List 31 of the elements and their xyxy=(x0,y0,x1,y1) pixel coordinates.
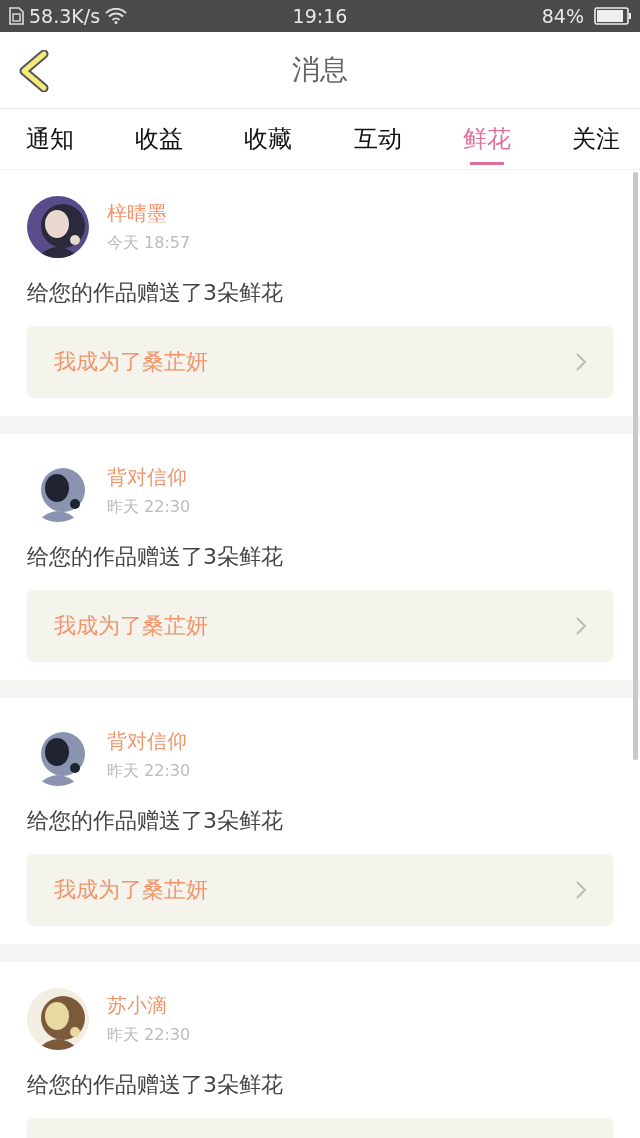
wifi-icon xyxy=(105,8,128,24)
tab[interactable]: 收藏 xyxy=(234,109,303,169)
chevron-icon xyxy=(575,616,587,636)
message-time: 昨天 22:30 xyxy=(107,1025,191,1046)
message-text: 给您的作品赠送了3朵鲜花 xyxy=(27,543,284,571)
clock: 19:16 xyxy=(291,5,349,27)
tab[interactable]: 关注 xyxy=(561,109,630,169)
work-link[interactable]: 我成为了桑芷妍 xyxy=(27,590,613,662)
user-name[interactable]: 背对信仰 xyxy=(107,464,191,491)
message-time: 昨天 22:30 xyxy=(107,497,191,518)
battery-level: 84% xyxy=(541,5,584,27)
tab[interactable]: 鲜花 xyxy=(452,109,521,169)
user-name[interactable]: 背对信仰 xyxy=(107,728,191,755)
tab[interactable]: 通知 xyxy=(16,109,84,169)
battery-icon xyxy=(594,7,632,25)
message-text: 给您的作品赠送了3朵鲜花 xyxy=(27,807,284,835)
network-speed: 58.3K/s xyxy=(29,5,101,27)
work-link[interactable]: 我成为了桑芷妍 xyxy=(27,854,613,926)
page-title: 消息 xyxy=(292,52,348,88)
work-link[interactable]: 我成为了桑芷妍 xyxy=(27,326,613,398)
chevron-icon xyxy=(575,880,587,900)
user-name[interactable]: 苏小滴 xyxy=(107,992,191,1019)
tab[interactable]: 互动 xyxy=(343,109,412,169)
message-text: 给您的作品赠送了3朵鲜花 xyxy=(27,279,284,307)
chevron-icon xyxy=(575,352,587,372)
message-time: 昨天 22:30 xyxy=(107,761,191,782)
message-time: 今天 18:57 xyxy=(107,233,191,254)
message-text: 给您的作品赠送了3朵鲜花 xyxy=(27,1071,284,1099)
tab[interactable]: 收益 xyxy=(125,109,194,169)
sim-icon xyxy=(8,7,24,25)
user-name[interactable]: 梓晴墨 xyxy=(107,200,191,227)
